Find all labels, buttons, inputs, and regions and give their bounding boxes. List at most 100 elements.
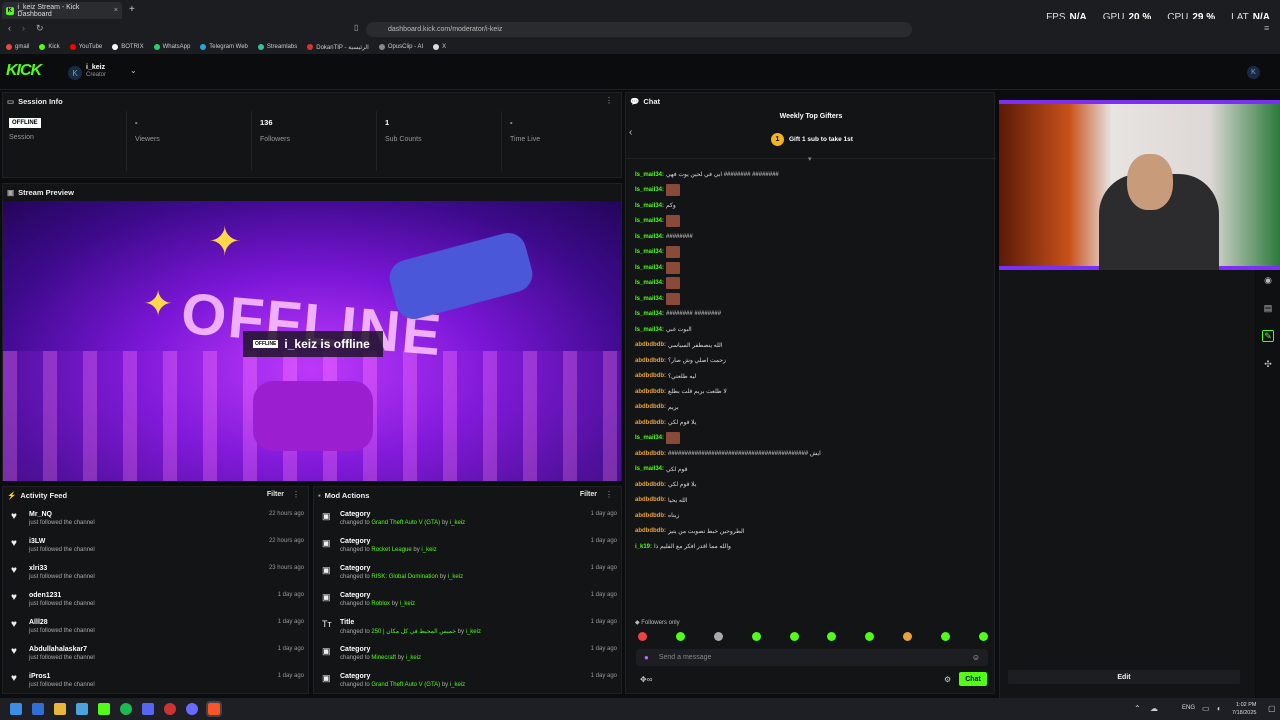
emote-icon[interactable] xyxy=(865,632,875,641)
filter-button[interactable]: Filter xyxy=(580,491,597,498)
bookmark-opusclip[interactable]: OpusClip - AI xyxy=(378,44,423,50)
list-item[interactable]: ♥ Mr_NQ just followed the channel 22 hou… xyxy=(11,511,304,538)
filter-button[interactable]: Filter xyxy=(267,491,284,498)
bookmark-botrix[interactable]: BOTRIX xyxy=(112,44,144,50)
plugin-icon[interactable]: ✣ xyxy=(1262,358,1274,370)
chat-username[interactable]: Is_mail34: xyxy=(635,435,664,441)
emote-icon[interactable] xyxy=(638,632,647,641)
emote-icon[interactable] xyxy=(903,632,913,641)
bookmark-kick[interactable]: Kick xyxy=(39,44,60,50)
bookmark-gmail[interactable]: gmail xyxy=(6,44,29,50)
chat-message[interactable]: Is_mail34: ######## xyxy=(635,229,991,245)
pin-icon[interactable]: ▾ xyxy=(808,155,812,163)
list-item[interactable]: ♥ i3LW just followed the channel 22 hour… xyxy=(11,538,304,565)
chat-username[interactable]: Is_mail34: xyxy=(635,466,664,472)
chat-message[interactable]: Is_mail34: xyxy=(635,214,991,230)
emote-icon[interactable] xyxy=(713,632,723,641)
chat-message[interactable]: abdbdbdb: لا طلعت بريم قلت بطلع xyxy=(635,384,991,400)
tray-chevron-icon[interactable]: ⌃ xyxy=(1134,704,1141,713)
list-item[interactable]: ♥ Abdullahalaskar7 just followed the cha… xyxy=(11,646,304,673)
avatar[interactable]: K xyxy=(68,66,82,80)
chat-username[interactable]: abdbdbdb: xyxy=(635,389,666,395)
more-options-icon[interactable]: ⋮ xyxy=(605,490,613,499)
chat-username[interactable]: abdbdbdb: xyxy=(635,513,666,519)
list-item[interactable]: Tт Title changed to 250 | خميس المحيط في… xyxy=(322,619,617,646)
chat-message[interactable]: abdbdbdb: يلا قوم لكي xyxy=(635,415,991,431)
windows-start-icon[interactable] xyxy=(10,703,22,715)
list-item[interactable]: ▣ Category changed to Grand Theft Auto V… xyxy=(322,673,617,700)
chat-message[interactable]: Is_mail34: ابي في لحين يوت فهي ######## #… xyxy=(635,167,991,183)
bookmark-icon[interactable]: ▯ xyxy=(354,23,358,32)
list-item[interactable]: ▣ Category changed to Grand Theft Auto V… xyxy=(322,511,617,538)
chat-username[interactable]: Is_mail34: xyxy=(635,296,664,302)
follower-name[interactable]: i3LW xyxy=(29,538,263,545)
notification-icon[interactable]: ▢ xyxy=(1268,704,1276,713)
send-chat-button[interactable]: Chat xyxy=(959,672,987,686)
emote-icon[interactable] xyxy=(941,632,950,641)
list-item[interactable]: ▣ Category changed to Roblox by i_keiz 1… xyxy=(322,592,617,619)
bookmark-streamlabs[interactable]: Streamlabs xyxy=(257,44,297,50)
edit-button[interactable]: Edit xyxy=(1008,670,1240,684)
more-options-icon[interactable]: ⋮ xyxy=(292,490,300,499)
chat-message[interactable]: abdbdbdb: الله ينصطفر السياسي xyxy=(635,338,991,354)
kick-app-icon[interactable] xyxy=(98,703,110,715)
chat-message[interactable]: abdbdbdb: زحمت اصلي وش صار؟ xyxy=(635,353,991,369)
gear-icon[interactable]: ⚙ xyxy=(944,675,951,684)
emote-icon[interactable] xyxy=(675,632,685,641)
chat-username[interactable]: Is_mail34: xyxy=(635,249,664,255)
chat-username[interactable]: abdbdbdb: xyxy=(635,451,666,457)
brave-browser-icon[interactable] xyxy=(206,701,222,717)
chat-username[interactable]: abdbdbdb: xyxy=(635,373,666,379)
chat-message[interactable]: Is_mail34: xyxy=(635,431,991,447)
chat-message[interactable]: Is_mail34: قوم لكي xyxy=(635,462,991,478)
chat-message[interactable]: Is_mail34: xyxy=(635,183,991,199)
list-item[interactable]: ▣ Category changed to RISK: Global Domin… xyxy=(322,565,617,592)
follower-name[interactable]: Abdullahalaskar7 xyxy=(29,646,272,653)
forward-icon[interactable]: › xyxy=(22,23,25,33)
chat-username[interactable]: Is_mail34: xyxy=(635,172,664,178)
chat-message[interactable]: Is_mail34: البوت غبي xyxy=(635,322,991,338)
obs-icon[interactable] xyxy=(164,703,176,715)
list-item[interactable]: ▣ Category changed to Minecraft by i_kei… xyxy=(322,646,617,673)
chat-message[interactable]: abdbdbdb: الطروحين خبط تصوبت من يتيز xyxy=(635,524,991,540)
close-tab-icon[interactable]: × xyxy=(114,7,118,14)
spotify-icon[interactable] xyxy=(120,703,132,715)
emote-icon[interactable] xyxy=(751,632,761,641)
url-input[interactable]: dashboard.kick.com/moderator/i-keiz xyxy=(366,22,912,37)
menu-icon[interactable]: ≡ xyxy=(1264,23,1269,33)
emote-icon[interactable] xyxy=(978,632,988,641)
chat-message[interactable]: abdbdbdb: بريم xyxy=(635,400,991,416)
network-icon[interactable]: ▭ xyxy=(1202,704,1210,713)
chat-username[interactable]: Is_mail34: xyxy=(635,311,664,317)
chevron-left-icon[interactable]: ‹ xyxy=(629,127,632,138)
bookmark-youtube[interactable]: YouTube xyxy=(69,44,102,50)
app-icon[interactable] xyxy=(32,703,44,715)
chat-message[interactable]: Is_mail34: xyxy=(635,260,991,276)
clock[interactable]: 1:02 PM 7/18/2025 xyxy=(1232,701,1256,717)
chat-message[interactable]: Is_mail34: ######## ######## xyxy=(635,307,991,323)
list-item[interactable]: ♥ iPros1 just followed the channel 1 day… xyxy=(11,673,304,700)
chat-username[interactable]: Is_mail34: xyxy=(635,218,664,224)
language-indicator[interactable]: ENG xyxy=(1182,705,1195,711)
chat-message[interactable]: abdbdbdb: ###############################… xyxy=(635,446,991,462)
chat-input[interactable]: ● Send a message ☺ xyxy=(636,649,988,666)
emote-icon[interactable] xyxy=(827,632,837,641)
account-avatar-icon[interactable]: K xyxy=(1247,66,1260,79)
chat-username[interactable]: abdbdbdb: xyxy=(635,404,666,410)
app-icon[interactable] xyxy=(76,703,88,715)
list-item[interactable]: ♥ Alll28 just followed the channel 1 day… xyxy=(11,619,304,646)
broadcast-icon[interactable]: ◉ xyxy=(1262,274,1274,286)
follower-name[interactable]: iPros1 xyxy=(29,673,272,680)
kick-logo[interactable]: KICK xyxy=(6,62,42,80)
chat-username[interactable]: abdbdbdb: xyxy=(635,358,666,364)
chat-message[interactable]: abdbdbdb: الله يحيا xyxy=(635,493,991,509)
stream-preview-image[interactable]: OFFLINE ✦ ✦ OFFLINE i_keiz is offline xyxy=(3,201,621,481)
chat-username[interactable]: abdbdbdb: xyxy=(635,482,666,488)
chat-username[interactable]: abdbdbdb: xyxy=(635,342,666,348)
chat-username[interactable]: Is_mail34: xyxy=(635,280,664,286)
chat-message[interactable]: abdbdbdb: يلا قوم لكي xyxy=(635,477,991,493)
chat-message[interactable]: Is_mail34: xyxy=(635,291,991,307)
reload-icon[interactable]: ↻ xyxy=(36,23,44,34)
chat-username[interactable]: abdbdbdb: xyxy=(635,497,666,503)
bookmark-whatsapp[interactable]: WhatsApp xyxy=(153,44,190,50)
